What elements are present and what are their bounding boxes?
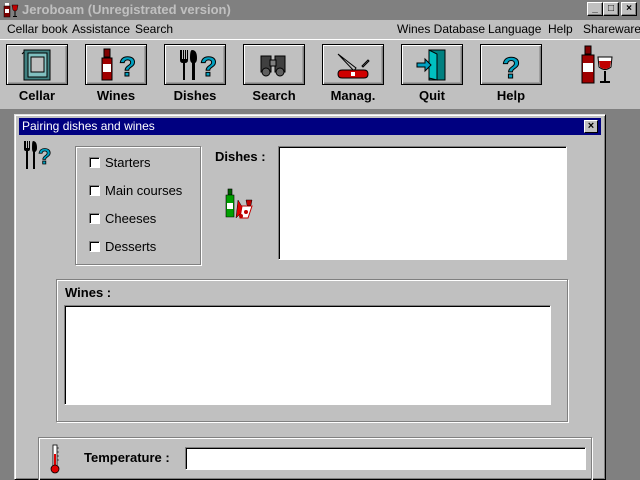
checkbox-box[interactable] [89,212,100,224]
cheeses-label: Cheeses [105,210,157,226]
help-button[interactable]: ? [480,44,542,85]
dishes-label: Dishes [173,88,217,103]
menu-help[interactable]: Help [548,22,573,36]
menu-bar: Cellar book Assistance Search Wines Data… [0,20,640,39]
minimize-button[interactable]: _ [587,2,603,16]
svg-text:?: ? [38,144,51,169]
desserts-label: Desserts [105,238,157,254]
checkbox-box[interactable] [89,156,100,168]
maximize-button[interactable]: □ [603,2,619,16]
dishes-textbox[interactable] [278,146,567,260]
menu-search[interactable]: Search [135,22,173,36]
starters-label: Starters [105,154,151,170]
dialog-close-button[interactable]: × [584,120,598,133]
menu-wines-database[interactable]: Wines Database [397,22,485,36]
cheeses-checkbox[interactable]: Cheeses [89,210,156,226]
dishes-field-label: Dishes : [215,149,266,164]
exit-door-icon [416,49,446,81]
main-courses-checkbox[interactable]: Main courses [89,182,182,198]
wine-bottle-question-icon: ? [101,48,137,82]
wines-field-label: Wines : [65,285,112,300]
help-question-icon: ? [502,52,521,83]
dishes-button[interactable]: ? [164,44,226,85]
manag-button[interactable] [322,44,384,85]
close-button[interactable]: × [621,2,637,16]
quit-label: Quit [419,88,445,103]
cellar-button[interactable] [6,44,68,85]
svg-text:?: ? [502,52,520,82]
wine-and-food-icon [225,188,253,219]
wine-bottle-glass-icon[interactable] [3,2,19,18]
thermometer-icon [50,444,60,474]
wines-group: Wines : [56,279,568,422]
search-label: Search [252,88,296,103]
cellar-book-icon [21,49,51,81]
menu-cellar-book[interactable]: Cellar book [7,22,68,36]
starters-checkbox[interactable]: Starters [89,154,151,170]
pairing-dialog: Pairing dishes and wines × ? Starters Ma… [14,114,606,480]
checkbox-box[interactable] [89,240,100,252]
manag-label: Manag. [330,88,376,103]
quit-button[interactable] [401,44,463,85]
help-label: Help [496,88,526,103]
binoculars-icon [260,55,286,77]
menu-assistance[interactable]: Assistance [72,22,130,36]
window-title: Jeroboam (Unregistrated version) [22,2,231,17]
wines-textbox[interactable] [64,305,551,405]
cutlery-question-icon: ? [180,50,218,82]
swiss-knife-icon [337,53,370,79]
svg-text:?: ? [200,51,217,82]
desserts-checkbox[interactable]: Desserts [89,238,156,254]
cellar-label: Cellar [18,88,56,103]
temperature-field-label: Temperature : [84,450,170,465]
toolbar: Cellar ? Wines ? Dishes Search Manag. Qu… [0,39,640,109]
svg-text:?: ? [119,51,136,82]
menu-language[interactable]: Language [488,22,541,36]
checkbox-box[interactable] [89,184,100,196]
dialog-title: Pairing dishes and wines [22,119,155,133]
wines-button[interactable]: ? [85,44,147,85]
category-group: Starters Main courses Cheeses Desserts [75,146,201,265]
search-button[interactable] [243,44,305,85]
wines-label: Wines [96,88,136,103]
menu-shareware[interactable]: Shareware [583,22,640,36]
temperature-textbox[interactable] [185,447,586,470]
cutlery-question-icon: ? [24,141,52,169]
temperature-group: Temperature : [38,437,592,480]
wine-bottle-glass-icon [581,45,613,84]
main-courses-label: Main courses [105,182,183,198]
dialog-title-bar: Pairing dishes and wines × [19,118,601,135]
title-bar: Jeroboam (Unregistrated version) _ □ × [0,0,640,20]
